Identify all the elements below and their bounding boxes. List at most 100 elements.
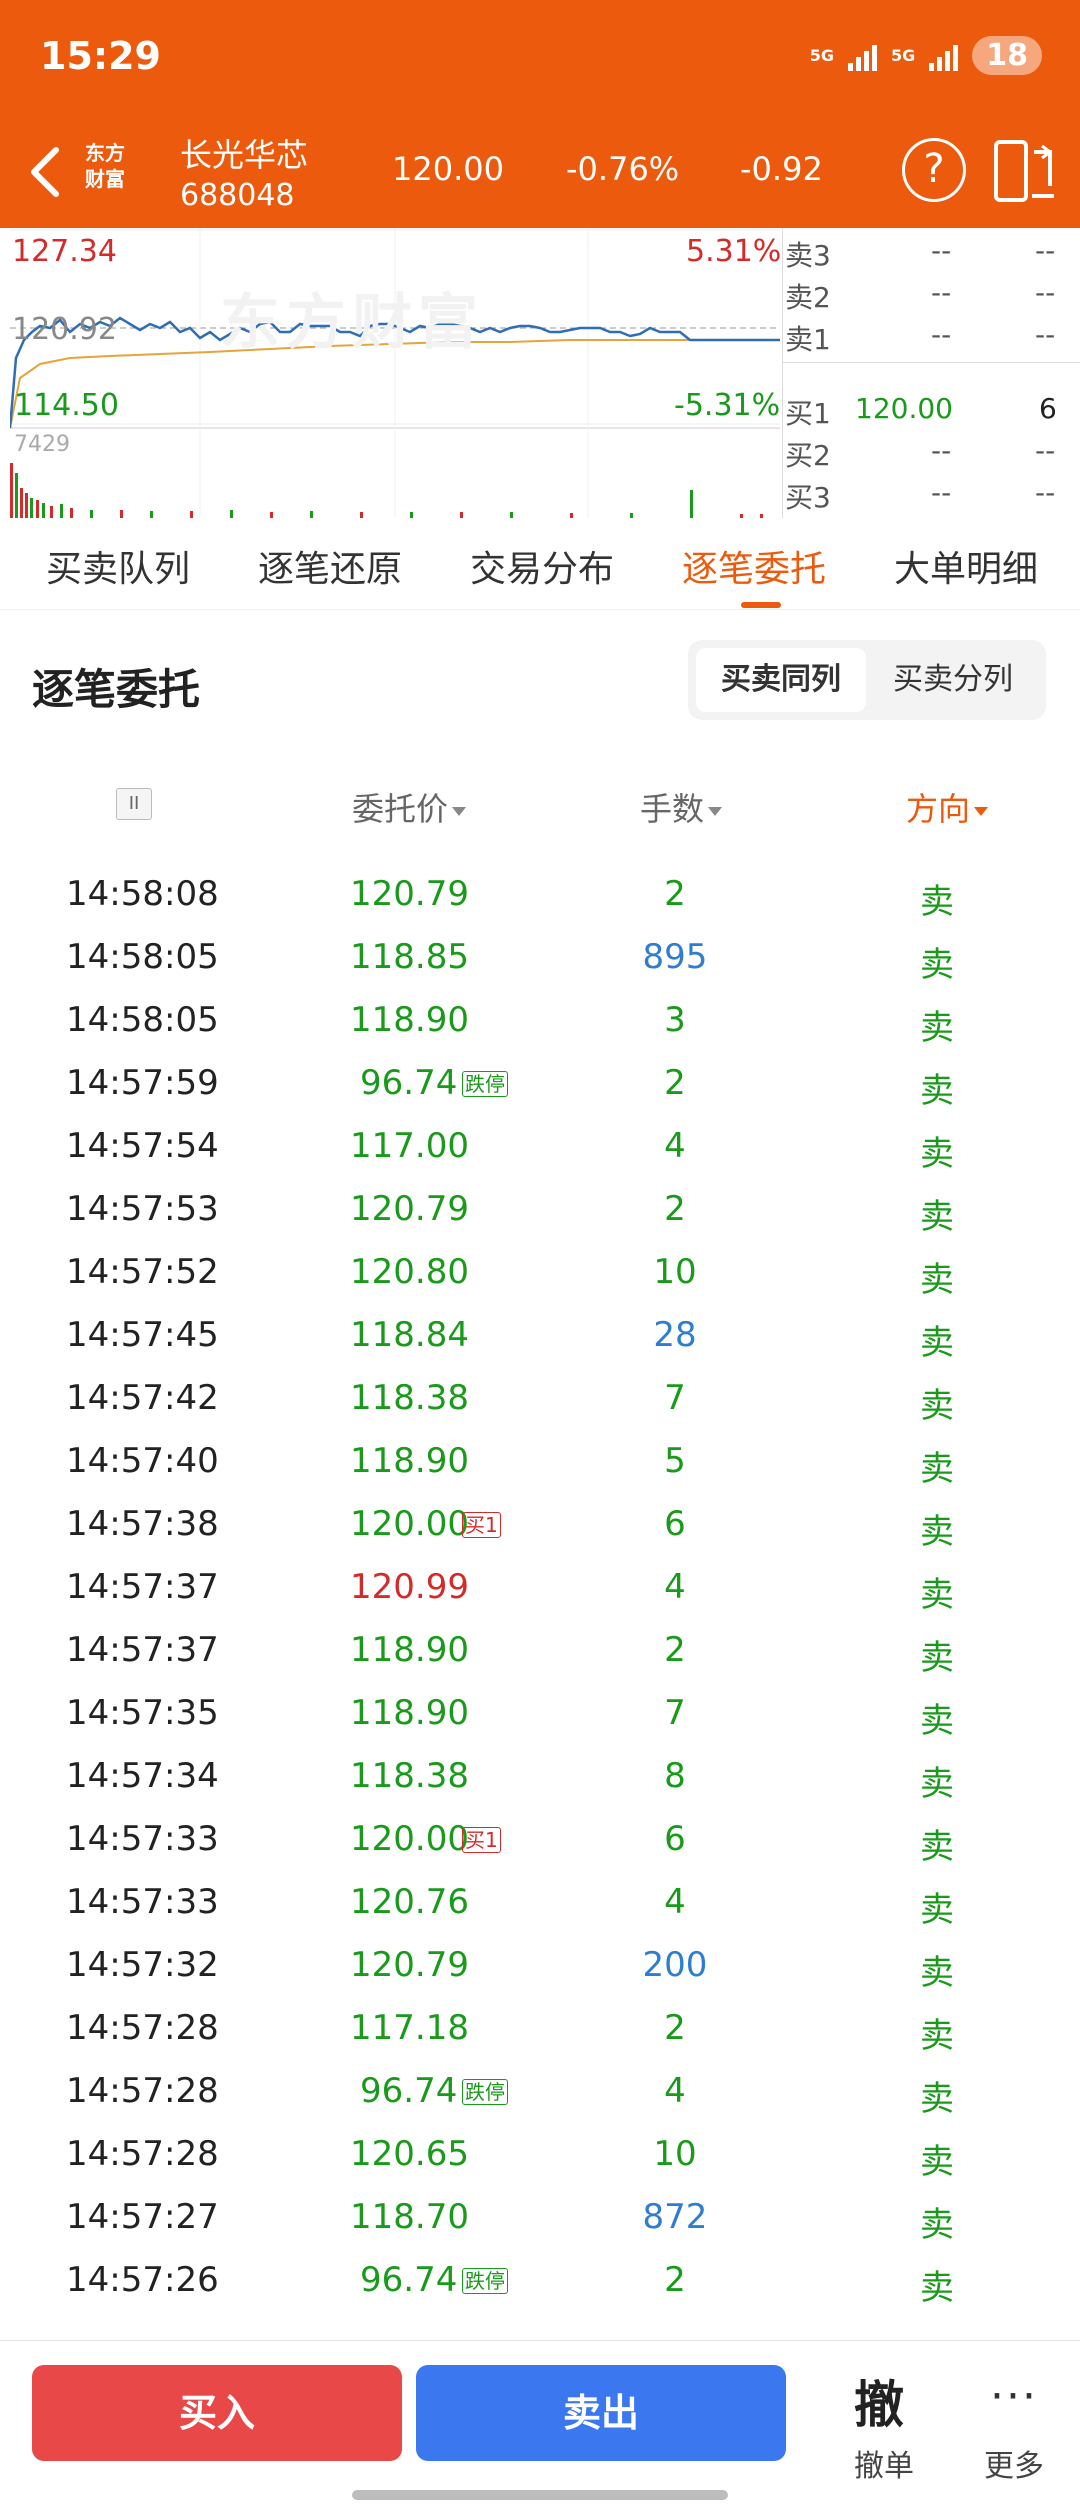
volume-bars: [10, 463, 763, 518]
table-row: 14:58:05 118.85 895 卖: [0, 925, 1080, 988]
row-direction: 卖: [920, 1071, 954, 1111]
row-price-tag: 跌停: [462, 2268, 508, 2294]
row-direction: 卖: [920, 2142, 954, 2182]
row-direction: 卖: [920, 1323, 954, 1363]
row-price: 118.70: [350, 2197, 469, 2237]
col-header-direction[interactable]: 方向: [906, 784, 989, 830]
current-price: 120.00: [392, 150, 504, 188]
table-row: 14:57:54 117.00 4 卖: [0, 1114, 1080, 1177]
cancel-order-label[interactable]: 撤单: [854, 2441, 914, 2485]
tab-restore[interactable]: 逐笔还原: [258, 540, 402, 592]
row-price: 120.00: [350, 1819, 469, 1859]
row-direction: 卖: [920, 1701, 954, 1741]
row-time: 14:57:32: [66, 1945, 219, 1985]
intraday-chart[interactable]: 东方财富 127.34 5.31% 120.92 114.50 -5.31% 7…: [0, 228, 1080, 518]
order-list[interactable]: 14:58:08 120.79 2 卖 14:58:05 118.85 895 卖 14:58:…: [0, 862, 1080, 2342]
table-row: 14:57:32 120.79 200 卖: [0, 1933, 1080, 1996]
stock-name: 长光华芯: [180, 136, 309, 174]
tab-distribution[interactable]: 交易分布: [470, 540, 614, 592]
row-direction: 卖: [920, 2079, 954, 2119]
more-icon[interactable]: ···: [990, 2371, 1038, 2422]
chart-high-pct: 5.31%: [686, 234, 782, 269]
row-time: 14:57:35: [66, 1693, 219, 1733]
buy-button[interactable]: 买入: [32, 2365, 402, 2461]
row-price: 120.79: [350, 1189, 469, 1229]
stock-code: 688048: [180, 178, 295, 213]
toggle-split-column[interactable]: 买卖分列: [868, 648, 1038, 712]
row-price: 117.18: [350, 2008, 469, 2048]
pause-icon[interactable]: II: [116, 788, 152, 820]
landscape-icon[interactable]: [992, 138, 1058, 204]
row-price: 120.00: [350, 1504, 469, 1544]
tab-large-orders[interactable]: 大单明细: [894, 540, 1038, 592]
row-time: 14:57:26: [66, 2260, 219, 2300]
row-price: 118.38: [350, 1378, 469, 1418]
row-price: 117.00: [350, 1126, 469, 1166]
home-indicator[interactable]: [352, 2490, 728, 2500]
row-time: 14:57:53: [66, 1189, 219, 1229]
row-time: 14:57:54: [66, 1126, 219, 1166]
table-row: 14:57:40 118.90 5 卖: [0, 1429, 1080, 1492]
cancel-order-icon[interactable]: 撤: [854, 2365, 904, 2437]
help-icon[interactable]: ?: [902, 138, 966, 202]
table-row: 14:57:34 118.38 8 卖: [0, 1744, 1080, 1807]
row-qty: 10: [653, 1252, 697, 1292]
row-qty: 2: [664, 2008, 686, 2048]
row-qty: 2: [664, 2260, 686, 2300]
col-header-qty[interactable]: 手数: [640, 784, 723, 830]
row-price-tag: 跌停: [462, 2079, 508, 2105]
row-qty: 895: [642, 937, 708, 977]
chart-low-price: 114.50: [14, 388, 119, 423]
row-qty: 4: [664, 2071, 686, 2111]
more-label[interactable]: 更多: [984, 2441, 1044, 2485]
row-qty: 7: [664, 1693, 686, 1733]
order-book: 卖3 -- -- 卖2 -- -- 卖1 -- -- 买1 120.00 6 买2 -- -- 买3…: [782, 228, 1080, 518]
table-row: 14:57:38 120.00 买1 6 卖: [0, 1492, 1080, 1555]
toggle-same-column[interactable]: 买卖同列: [696, 648, 866, 712]
row-price: 96.74: [360, 2260, 458, 2300]
change-amount: -0.92: [740, 150, 823, 188]
row-time: 14:57:37: [66, 1630, 219, 1670]
tab-queue[interactable]: 买卖队列: [46, 540, 190, 592]
row-price-tag: 跌停: [462, 1071, 508, 1097]
chart-volume-max: 7429: [14, 432, 70, 457]
row-time: 14:58:05: [66, 1000, 219, 1040]
table-row: 14:57:37 118.90 2 卖: [0, 1618, 1080, 1681]
row-time: 14:57:52: [66, 1252, 219, 1292]
row-qty: 2: [664, 874, 686, 914]
row-price-tag: 买1: [462, 1827, 501, 1853]
row-qty: 8: [664, 1756, 686, 1796]
status-indicators: 5G 5G 18: [810, 36, 1042, 75]
row-qty: 4: [664, 1126, 686, 1166]
change-percent: -0.76%: [566, 150, 680, 188]
detail-tabs: 买卖队列 逐笔还原 交易分布 逐笔委托 大单明细: [0, 520, 1080, 610]
table-row: 14:57:28 117.18 2 卖: [0, 1996, 1080, 2059]
row-qty: 3: [664, 1000, 686, 1040]
row-price: 118.84: [350, 1315, 469, 1355]
active-tab-indicator: [741, 602, 781, 608]
row-direction: 卖: [920, 1953, 954, 1993]
table-row: 14:58:05 118.90 3 卖: [0, 988, 1080, 1051]
row-qty: 4: [664, 1567, 686, 1607]
row-price: 96.74: [360, 2071, 458, 2111]
sort-arrow-icon: [974, 806, 989, 816]
back-arrow-icon[interactable]: [20, 142, 70, 202]
col-header-price[interactable]: 委托价: [352, 784, 467, 830]
table-row: 14:57:28 120.65 10 卖: [0, 2122, 1080, 2185]
row-price: 120.65: [350, 2134, 469, 2174]
row-direction: 卖: [920, 1764, 954, 1804]
row-price: 118.90: [350, 1000, 469, 1040]
row-price-tag: 买1: [462, 1512, 501, 1538]
signal-icon: [847, 41, 877, 71]
row-qty: 7: [664, 1378, 686, 1418]
row-direction: 卖: [920, 1827, 954, 1867]
row-time: 14:57:33: [66, 1882, 219, 1922]
sell-button[interactable]: 卖出: [416, 2365, 786, 2461]
row-qty: 4: [664, 1882, 686, 1922]
chart-watermark: 东方财富: [220, 288, 484, 358]
tab-order-by-order[interactable]: 逐笔委托: [682, 540, 826, 592]
table-row: 14:57:27 118.70 872 卖: [0, 2185, 1080, 2248]
table-row: 14:57:28 96.74 跌停 4 卖: [0, 2059, 1080, 2122]
row-time: 14:57:37: [66, 1567, 219, 1607]
table-row: 14:57:33 120.00 买1 6 卖: [0, 1807, 1080, 1870]
